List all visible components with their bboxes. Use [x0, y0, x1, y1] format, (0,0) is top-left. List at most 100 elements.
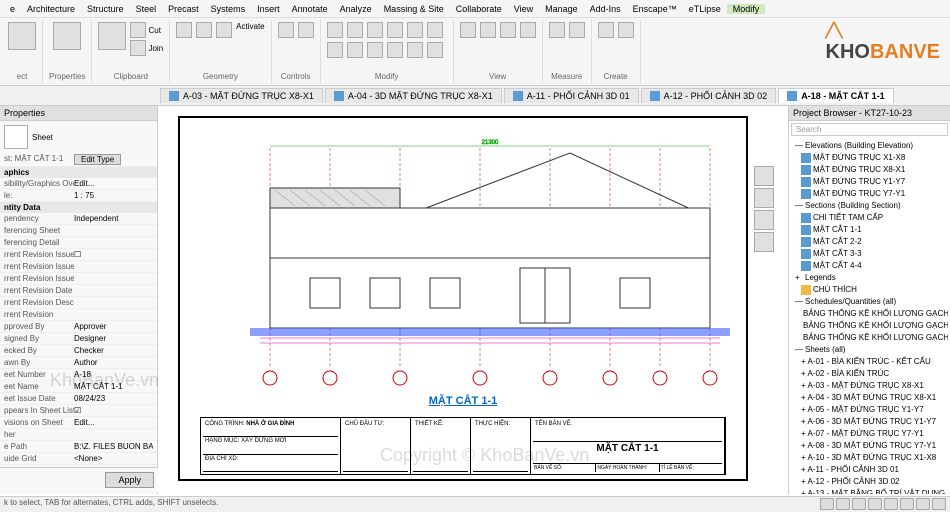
- paste-icon[interactable]: [98, 22, 126, 50]
- property-row[interactable]: awn ByAuthor: [0, 357, 157, 369]
- ribbon-group-geometry: Activate Geometry: [170, 20, 271, 83]
- property-row[interactable]: le:1 : 75: [0, 190, 157, 202]
- property-row[interactable]: rrent Revision Descripti...: [0, 297, 157, 309]
- tree-node[interactable]: MẶT ĐỨNG TRỤC Y7-Y1: [791, 188, 948, 200]
- tree-node[interactable]: —Sections (Building Section): [791, 200, 948, 212]
- menu-item-e[interactable]: e: [4, 4, 21, 14]
- tree-node[interactable]: BẢNG THỐNG KÊ KHỐI LƯỢNG GẠCH THẺ 1: [791, 308, 948, 320]
- tree-node[interactable]: + A-10 - 3D MẶT ĐỨNG TRỤC X1-X8: [791, 452, 948, 464]
- menu-item-massing & site[interactable]: Massing & Site: [378, 4, 450, 14]
- tree-node[interactable]: +Legends: [791, 272, 948, 284]
- menu-item-systems[interactable]: Systems: [205, 4, 252, 14]
- tree-node[interactable]: MẶT CẮT 1-1: [791, 224, 948, 236]
- menu-item-etlipse[interactable]: eTLipse: [683, 4, 727, 14]
- ribbon-group-measure: Measure: [543, 20, 592, 83]
- tree-node[interactable]: + A-03 - MẶT ĐỨNG TRỤC X8-X1: [791, 380, 948, 392]
- menu-item-steel[interactable]: Steel: [130, 4, 163, 14]
- tree-node[interactable]: —Elevations (Building Elevation): [791, 140, 948, 152]
- property-row[interactable]: pproved ByApprover: [0, 321, 157, 333]
- menu-item-enscape™[interactable]: Enscape™: [627, 4, 683, 14]
- property-row[interactable]: her: [0, 429, 157, 441]
- tree-node[interactable]: —Schedules/Quantities (all): [791, 296, 948, 308]
- tree-node[interactable]: MẶT CẤT 3-3: [791, 248, 948, 260]
- menu-item-collaborate[interactable]: Collaborate: [450, 4, 508, 14]
- menu-item-insert[interactable]: Insert: [251, 4, 286, 14]
- orbit-icon[interactable]: [754, 232, 774, 252]
- search-input[interactable]: Search: [791, 123, 948, 136]
- type-selector[interactable]: Sheet: [0, 121, 157, 153]
- status-icon[interactable]: [820, 498, 834, 510]
- doc-tab[interactable]: A-04 - 3D MẶT ĐỨNG TRỤC X8-X1: [325, 88, 502, 103]
- property-row[interactable]: rrent Revision Date: [0, 285, 157, 297]
- property-row[interactable]: e PathB:\Z. FILES BUON BAN\NH...: [0, 441, 157, 453]
- property-row[interactable]: ferencing Detail: [0, 237, 157, 249]
- doc-tab[interactable]: A-11 - PHỐI CẢNH 3D 01: [504, 88, 639, 103]
- tree-node[interactable]: + A-11 - PHỐI CẢNH 3D 01: [791, 464, 948, 476]
- section-title: MẶT CẮT 1-1: [429, 395, 497, 407]
- property-row[interactable]: pendencyIndependent: [0, 213, 157, 225]
- tree-node[interactable]: + A-12 - PHỐI CẢNH 3D 02: [791, 476, 948, 488]
- menu-item-add-ins[interactable]: Add-Ins: [584, 4, 627, 14]
- title-block: CÔNG TRÌNH: NHÀ Ở GIA ĐÌNH HẠNG MỤC: XÂY…: [200, 417, 726, 475]
- menu-item-manage[interactable]: Manage: [539, 4, 584, 14]
- property-row[interactable]: eet NameMẶT CẮT 1-1: [0, 381, 157, 393]
- tree-node[interactable]: BẢNG THỐNG KÊ KHỐI LƯỢNG GẠCH ỐNG: [791, 320, 948, 332]
- tree-node[interactable]: + A-13 - MẶT BẰNG BỐ TRÍ VẬT DỤNG: [791, 488, 948, 494]
- doc-tab[interactable]: A-03 - MẶT ĐỨNG TRỤC X8-X1: [160, 88, 323, 103]
- menu-item-annotate[interactable]: Annotate: [286, 4, 334, 14]
- property-row[interactable]: ppears In Sheet List☑: [0, 405, 157, 417]
- property-row[interactable]: ferencing Sheet: [0, 225, 157, 237]
- tree-node[interactable]: + A-01 - BÌA KIẾN TRÚC - KẾT CẤU: [791, 356, 948, 368]
- zoom-icon[interactable]: [754, 188, 774, 208]
- apply-button[interactable]: Apply: [105, 472, 154, 488]
- property-row[interactable]: uide Grid<None>: [0, 453, 157, 465]
- geom-icon[interactable]: [176, 22, 192, 38]
- tree-node[interactable]: + A-08 - 3D MẶT ĐỨNG TRỤC Y7-Y1: [791, 440, 948, 452]
- pan-icon[interactable]: [754, 210, 774, 230]
- tree-node[interactable]: MẶT ĐỨNG TRỤC Y1-Y7: [791, 176, 948, 188]
- property-row[interactable]: signed ByDesigner: [0, 333, 157, 345]
- modify-icon[interactable]: [8, 22, 36, 50]
- tree-node[interactable]: + A-02 - BÌA KIẾN TRÚC: [791, 368, 948, 380]
- cut-icon[interactable]: [130, 22, 146, 38]
- menu-item-modify[interactable]: Modify: [727, 4, 766, 14]
- home-icon[interactable]: [754, 166, 774, 186]
- edit-type-button[interactable]: Edit Type: [74, 154, 121, 165]
- property-row[interactable]: eet Issue Date08/24/23: [0, 393, 157, 405]
- tree-node[interactable]: CHÚ THÍCH: [791, 284, 948, 296]
- tree-node[interactable]: + A-04 - 3D MẶT ĐỨNG TRỤC X8-X1: [791, 392, 948, 404]
- property-row[interactable]: rrent Revision Issued By: [0, 261, 157, 273]
- property-row[interactable]: ecked ByChecker: [0, 345, 157, 357]
- properties-panel: Properties Sheet st: MẶT CẮT 1-1 Edit Ty…: [0, 106, 158, 494]
- doc-tab[interactable]: A-18 - MẶT CẮT 1-1: [778, 88, 894, 103]
- drawing-canvas[interactable]: 21300 MẶT CẮT 1-1 CÔNG TRÌNH: NHÀ Ở GIA …: [158, 106, 788, 494]
- tree-node[interactable]: —Sheets (all): [791, 344, 948, 356]
- menu-item-structure[interactable]: Structure: [81, 4, 130, 14]
- tree-node[interactable]: + A-07 - MẶT ĐỨNG TRỤC Y7-Y1: [791, 428, 948, 440]
- section-drawing: 21300: [220, 138, 740, 398]
- property-row[interactable]: sibility/Graphics Overrid...Edit...: [0, 178, 157, 190]
- property-row[interactable]: eet NumberA-18: [0, 369, 157, 381]
- menu-item-analyze[interactable]: Analyze: [334, 4, 378, 14]
- property-row[interactable]: visions on SheetEdit...: [0, 417, 157, 429]
- tree-node[interactable]: + A-05 - MẶT ĐỨNG TRỤC Y1-Y7: [791, 404, 948, 416]
- menu-item-view[interactable]: View: [508, 4, 539, 14]
- doc-tab[interactable]: A-12 - PHỐI CẢNH 3D 02: [641, 88, 777, 103]
- tree-node[interactable]: MẶT CẤT 4-4: [791, 260, 948, 272]
- tree-node[interactable]: CHI TIẾT TAM CẤP: [791, 212, 948, 224]
- properties-icon[interactable]: [53, 22, 81, 50]
- svg-text:21300: 21300: [482, 140, 499, 146]
- sheet-icon: [4, 125, 28, 149]
- tree-node[interactable]: MẶT CẮT 2-2: [791, 236, 948, 248]
- ribbon-group-view: View: [454, 20, 543, 83]
- tree-node[interactable]: + A-06 - 3D MẶT ĐỨNG TRỤC Y1-Y7: [791, 416, 948, 428]
- property-row[interactable]: rrent Revision: [0, 309, 157, 321]
- property-row[interactable]: rrent Revision Issued To: [0, 273, 157, 285]
- tree-node[interactable]: MẶT ĐỨNG TRỤC X1-X8: [791, 152, 948, 164]
- menu-item-precast[interactable]: Precast: [162, 4, 205, 14]
- tree-node[interactable]: MẶT ĐỨNG TRỤC X8-X1: [791, 164, 948, 176]
- tree-node[interactable]: BẢNG THỐNG KÊ KHỐI LƯỢNG GẠCH ỐNG: [791, 332, 948, 344]
- property-row[interactable]: rrent Revision Issued☐: [0, 249, 157, 261]
- menu-item-architecture[interactable]: Architecture: [21, 4, 81, 14]
- join-icon[interactable]: [130, 40, 146, 56]
